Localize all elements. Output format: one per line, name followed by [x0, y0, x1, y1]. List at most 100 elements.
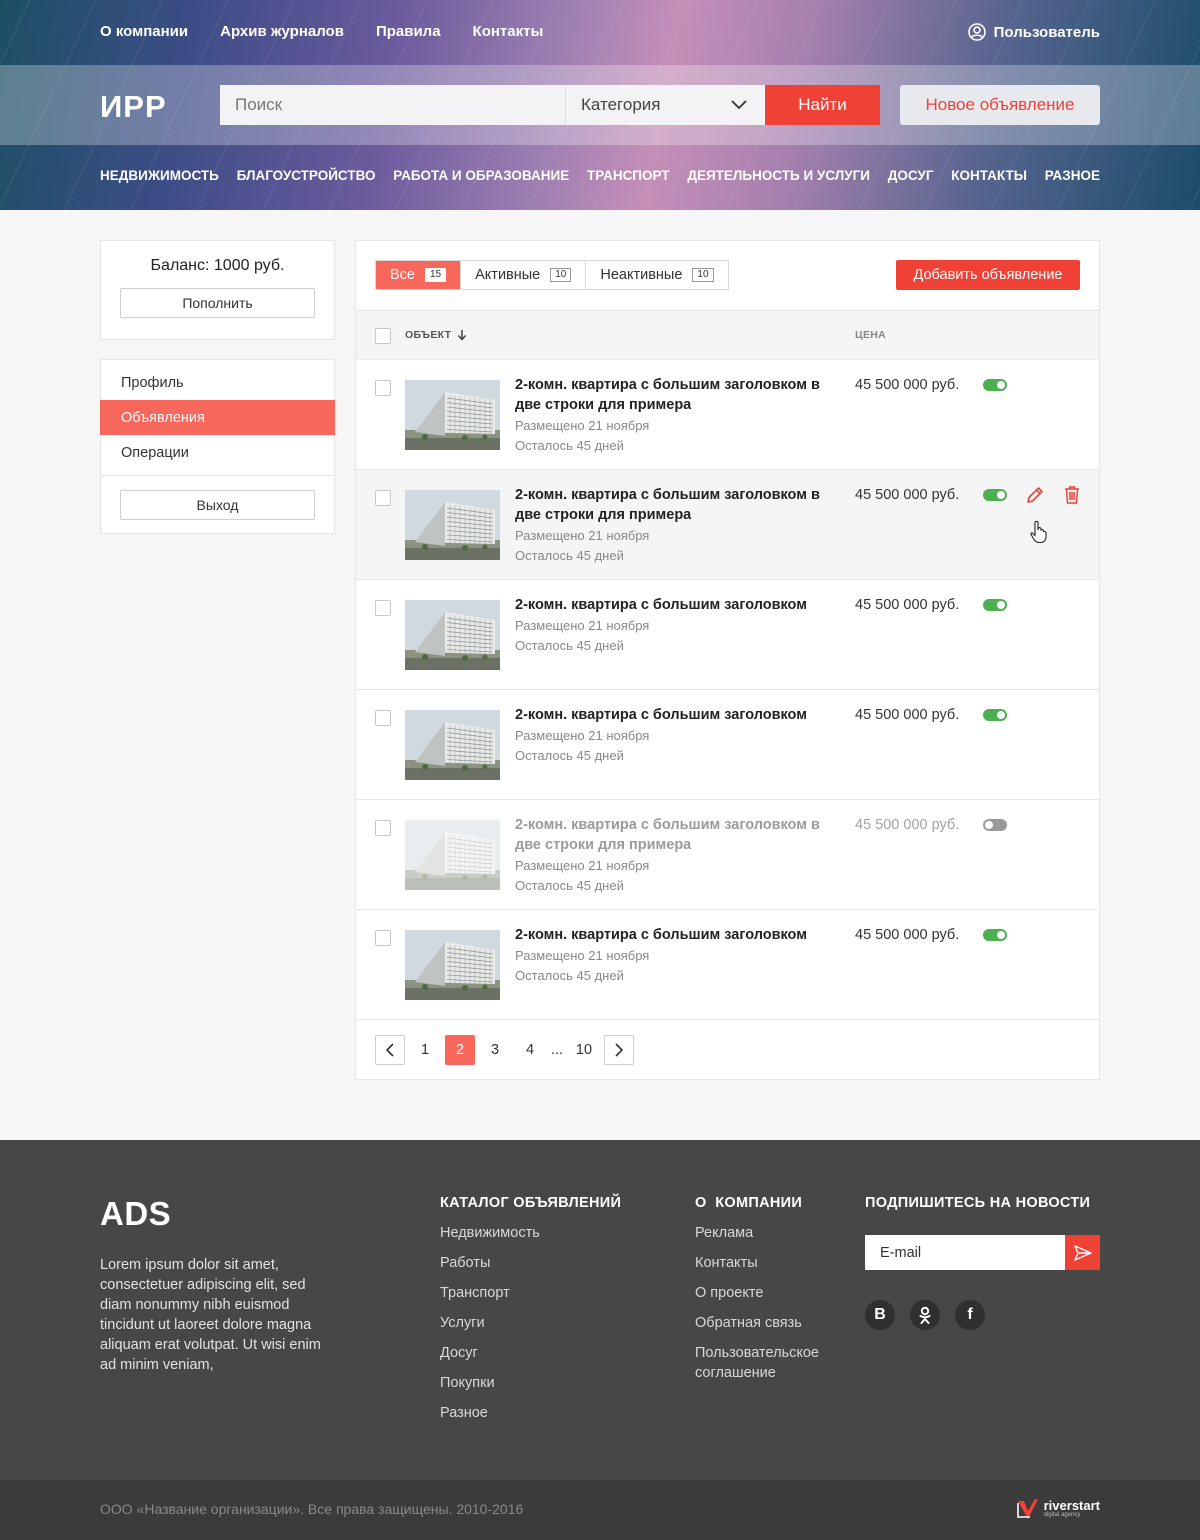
menu-item-operations[interactable]: Операции: [101, 435, 334, 470]
top-link-about[interactable]: О компании: [100, 23, 188, 40]
footer-logo[interactable]: ADS: [100, 1195, 171, 1233]
ad-price: 45 500 000 руб.: [855, 927, 960, 943]
category-leisure[interactable]: ДОСУГ: [888, 168, 934, 183]
odnoklassniki-icon[interactable]: [910, 1300, 940, 1330]
row-checkbox[interactable]: [375, 380, 391, 396]
ad-thumbnail[interactable]: [405, 930, 500, 1000]
footer-link-contacts[interactable]: Контакты: [695, 1253, 845, 1273]
table-row[interactable]: 2-комн. квартира с большим заголовком в …: [356, 470, 1099, 580]
new-ad-button[interactable]: Новое объявление: [900, 85, 1100, 125]
row-checkbox[interactable]: [375, 490, 391, 506]
column-price[interactable]: ЦЕНА: [855, 329, 886, 341]
row-checkbox[interactable]: [375, 710, 391, 726]
ad-active-toggle[interactable]: [983, 819, 1007, 831]
category-select[interactable]: Категория: [565, 85, 765, 125]
select-all-checkbox[interactable]: [375, 328, 391, 344]
category-services[interactable]: ДЕЯТЕЛЬНОСТЬ И УСЛУГИ: [687, 168, 870, 183]
ad-title[interactable]: 2-комн. квартира с большим заголовком: [515, 705, 825, 725]
category-improvement[interactable]: БЛАГОУСТРОЙСТВО: [237, 168, 376, 183]
footer-link-purchases[interactable]: Покупки: [440, 1373, 621, 1393]
table-row[interactable]: 2-комн. квартира с большим заголовком в …: [356, 800, 1099, 910]
trash-icon[interactable]: [1063, 485, 1081, 505]
category-realty[interactable]: НЕДВИЖИМОСТЬ: [100, 168, 219, 183]
ad-title[interactable]: 2-комн. квартира с большим заголовком: [515, 595, 825, 615]
ad-thumbnail[interactable]: [405, 600, 500, 670]
top-link-rules[interactable]: Правила: [376, 23, 441, 40]
ad-active-toggle[interactable]: [983, 489, 1007, 501]
ad-active-toggle[interactable]: [983, 929, 1007, 941]
ad-thumbnail[interactable]: [405, 820, 500, 890]
footer-link-services[interactable]: Услуги: [440, 1313, 621, 1333]
footer-link-jobs[interactable]: Работы: [440, 1253, 621, 1273]
find-button[interactable]: Найти: [765, 85, 880, 125]
site-logo[interactable]: ИРР: [100, 89, 167, 125]
account-menu: Профиль Объявления Операции Выход: [100, 359, 335, 534]
category-contacts[interactable]: КОНТАКТЫ: [951, 168, 1027, 183]
page-4[interactable]: 4: [515, 1035, 545, 1065]
vk-icon[interactable]: В: [865, 1300, 895, 1330]
social-links: В f: [865, 1300, 985, 1330]
table-row[interactable]: 2-комн. квартира с большим заголовком Раз…: [356, 910, 1099, 1020]
ad-title[interactable]: 2-комн. квартира с большим заголовком в …: [515, 375, 825, 415]
ads-panel: Все 15 Активные 10 Неактивные 10 Добавит…: [355, 240, 1100, 1080]
prev-page-button[interactable]: [375, 1035, 405, 1065]
footer-link-advertising[interactable]: Реклама: [695, 1223, 845, 1243]
ad-price: 45 500 000 руб.: [855, 377, 960, 393]
ad-title[interactable]: 2-комн. квартира с большим заголовком в …: [515, 815, 825, 855]
top-link-contacts[interactable]: Контакты: [473, 23, 544, 40]
top-link-archive[interactable]: Архив журналов: [220, 23, 344, 40]
chevron-down-icon: [731, 100, 747, 110]
page-2[interactable]: 2: [445, 1035, 475, 1065]
footer-link-transport[interactable]: Транспорт: [440, 1283, 621, 1303]
agency-logo[interactable]: riverstart digital agency: [1016, 1497, 1100, 1521]
table-row[interactable]: 2-комн. квартира с большим заголовком Раз…: [356, 580, 1099, 690]
tab-inactive[interactable]: Неактивные 10: [586, 261, 727, 289]
page-last[interactable]: 10: [569, 1035, 599, 1065]
ad-thumbnail[interactable]: [405, 710, 500, 780]
ad-thumbnail[interactable]: [405, 380, 500, 450]
category-work-education[interactable]: РАБОТА И ОБРАЗОВАНИЕ: [393, 168, 569, 183]
footer-link-about-project[interactable]: О проекте: [695, 1283, 845, 1303]
category-misc[interactable]: РАЗНОЕ: [1045, 168, 1100, 183]
tab-all[interactable]: Все 15: [376, 261, 462, 289]
row-checkbox[interactable]: [375, 930, 391, 946]
page-1[interactable]: 1: [410, 1035, 440, 1065]
footer-link-misc[interactable]: Разное: [440, 1403, 621, 1423]
email-input[interactable]: [865, 1235, 1065, 1270]
tab-inactive-count: 10: [692, 268, 714, 282]
ad-price: 45 500 000 руб.: [855, 597, 960, 613]
footer-link-realty[interactable]: Недвижимость: [440, 1223, 621, 1243]
tab-active-label: Активные: [475, 267, 541, 283]
footer-link-leisure[interactable]: Досуг: [440, 1343, 621, 1363]
subscribe-button[interactable]: [1065, 1235, 1100, 1270]
ad-active-toggle[interactable]: [983, 709, 1007, 721]
page-3[interactable]: 3: [480, 1035, 510, 1065]
category-transport[interactable]: ТРАНСПОРТ: [587, 168, 670, 183]
menu-item-profile[interactable]: Профиль: [101, 365, 334, 400]
menu-item-ads[interactable]: Объявления: [100, 400, 335, 435]
row-checkbox[interactable]: [375, 820, 391, 836]
logout-button[interactable]: Выход: [120, 490, 315, 520]
table-row[interactable]: 2-комн. квартира с большим заголовком Раз…: [356, 690, 1099, 800]
row-checkbox[interactable]: [375, 600, 391, 616]
copyright-bar: ООО «Название организации». Все права за…: [0, 1480, 1200, 1540]
chevron-left-icon: [386, 1043, 394, 1057]
search-input[interactable]: [220, 85, 565, 125]
facebook-icon[interactable]: f: [955, 1300, 985, 1330]
tab-active[interactable]: Активные 10: [461, 261, 587, 289]
column-object[interactable]: ОБЪЕКТ: [405, 329, 467, 341]
ad-thumbnail[interactable]: [405, 490, 500, 560]
topup-button[interactable]: Пополнить: [120, 288, 315, 318]
user-menu[interactable]: Пользователь: [967, 23, 1100, 41]
ad-active-toggle[interactable]: [983, 599, 1007, 611]
footer-link-feedback[interactable]: Обратная связь: [695, 1313, 845, 1333]
ad-title[interactable]: 2-комн. квартира с большим заголовком в …: [515, 485, 825, 525]
ad-posted-date: Размещено 21 ноября: [515, 728, 650, 743]
ad-title[interactable]: 2-комн. квартира с большим заголовком: [515, 925, 825, 945]
table-row[interactable]: 2-комн. квартира с большим заголовком в …: [356, 360, 1099, 470]
next-page-button[interactable]: [604, 1035, 634, 1065]
edit-icon[interactable]: [1025, 485, 1045, 505]
footer-link-agreement[interactable]: Пользовательское соглашение: [695, 1343, 845, 1383]
ad-active-toggle[interactable]: [983, 379, 1007, 391]
add-ad-button[interactable]: Добавить объявление: [896, 260, 1080, 290]
